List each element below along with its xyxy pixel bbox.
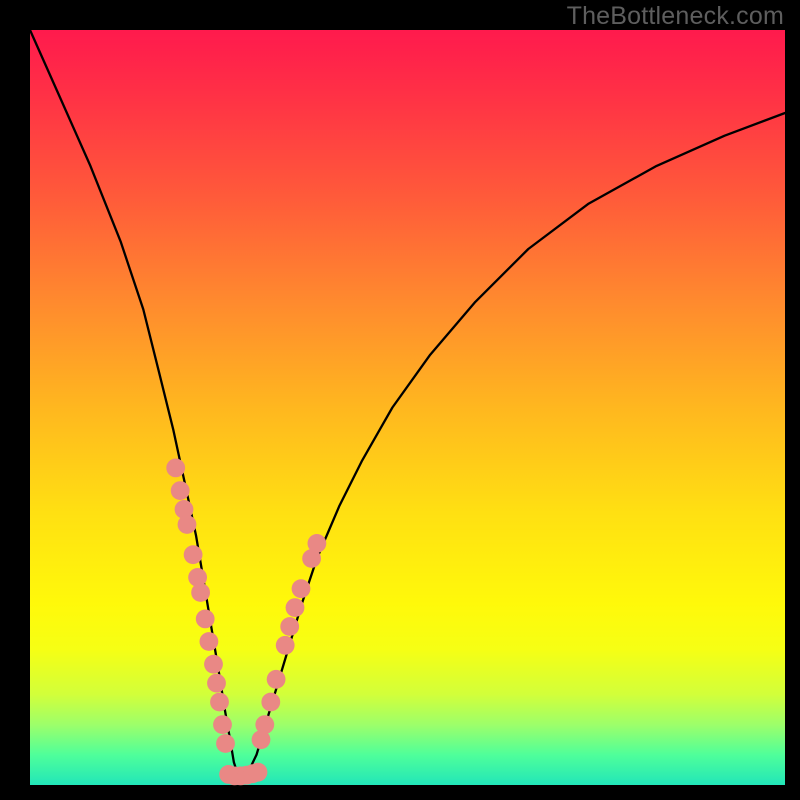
dot-right-cluster: [267, 670, 286, 689]
dot-left-cluster: [204, 655, 223, 674]
dot-right-cluster: [292, 579, 311, 598]
chart-stage: TheBottleneck.com: [0, 0, 800, 800]
dot-right-cluster: [276, 636, 295, 655]
dot-valley-cluster: [249, 763, 268, 782]
dot-right-cluster: [280, 617, 299, 636]
dot-left-cluster: [207, 674, 226, 693]
dot-left-cluster: [178, 515, 197, 534]
dot-left-cluster: [171, 481, 190, 500]
chart-svg-layer: [0, 0, 800, 800]
curve-bottleneck-curve: [30, 30, 785, 778]
watermark-text: TheBottleneck.com: [567, 2, 784, 31]
dot-left-cluster: [191, 583, 210, 602]
dot-right-cluster: [286, 598, 305, 617]
dot-left-cluster: [213, 715, 232, 734]
dot-left-cluster: [216, 734, 235, 753]
dot-left-cluster: [196, 610, 215, 629]
dot-left-cluster: [166, 459, 185, 478]
dot-right-cluster: [255, 715, 274, 734]
dot-left-cluster: [184, 545, 203, 564]
dot-left-cluster: [200, 632, 219, 651]
dot-right-cluster: [308, 534, 327, 553]
dot-right-cluster: [261, 693, 280, 712]
dot-left-cluster: [210, 693, 229, 712]
